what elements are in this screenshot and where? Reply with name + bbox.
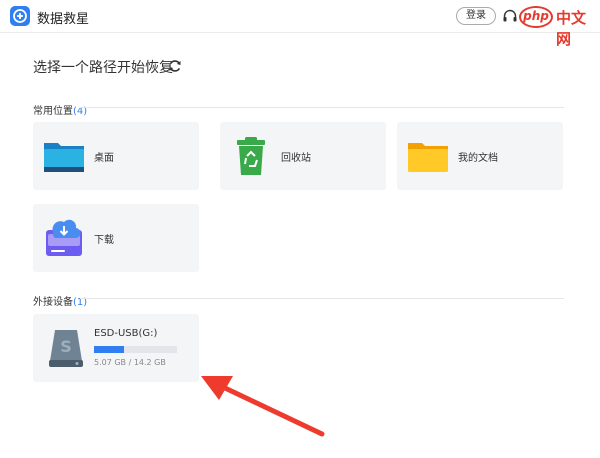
common-locations-label: 常用位置(4) (33, 102, 87, 117)
location-label: 我的文档 (458, 153, 498, 164)
php-watermark: php 中文网 (519, 6, 600, 48)
device-card-usb[interactable]: S ESD-USB(G:) 5.07 GB / 14.2 GB (33, 314, 199, 382)
documents-folder-icon (408, 143, 448, 172)
location-label: 下载 (94, 235, 114, 246)
arrow-icon (201, 376, 325, 437)
app-title: 数据救星 (37, 12, 90, 27)
drive-icon: S (49, 330, 83, 367)
login-button[interactable]: 登录 (456, 7, 496, 25)
recycle-bin-icon (237, 137, 265, 175)
location-card-desktop[interactable]: 桌面 (33, 122, 199, 190)
location-card-recycle-bin[interactable]: 回收站 (220, 122, 386, 190)
app-logo-icon (10, 6, 30, 26)
svg-text:S: S (60, 337, 72, 356)
divider (80, 298, 564, 299)
page-title: 选择一个路径开始恢复 (33, 60, 173, 76)
title-bar: 数据救星 登录 php 中文网 (0, 0, 600, 48)
location-label: 回收站 (281, 153, 311, 164)
device-name: ESD-USB(G:) (94, 328, 158, 339)
location-card-documents[interactable]: 我的文档 (397, 122, 563, 190)
headset-icon[interactable] (502, 8, 518, 24)
external-devices-label: 外接设备(1) (33, 293, 87, 308)
location-card-downloads[interactable]: 下载 (33, 204, 199, 272)
usage-bar-fill (94, 346, 124, 353)
section-label-text: 常用位置 (33, 106, 73, 117)
desktop-folder-icon (44, 143, 84, 172)
watermark-logo: php (519, 6, 553, 28)
refresh-icon[interactable] (168, 59, 182, 73)
watermark-text: 中文网 (556, 9, 587, 48)
divider (80, 107, 564, 108)
section-label-text: 外接设备 (33, 297, 73, 308)
downloads-icon (46, 219, 82, 256)
location-label: 桌面 (94, 153, 114, 164)
device-size: 5.07 GB / 14.2 GB (94, 358, 166, 367)
usage-bar (94, 346, 177, 353)
